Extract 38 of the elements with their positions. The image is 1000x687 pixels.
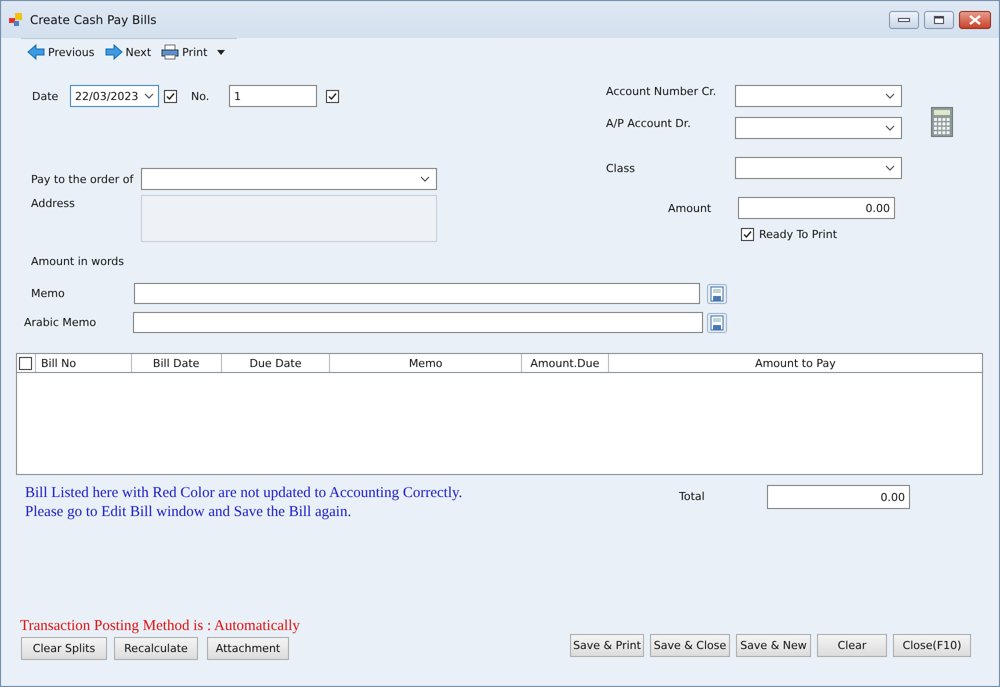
- action-button[interactable]: Recalculate: [114, 637, 198, 660]
- checkbox-label: Ready To Print: [759, 228, 838, 241]
- action-button[interactable]: Save & New: [736, 634, 811, 657]
- field-label: Total: [679, 490, 706, 503]
- field-label: Pay to the order of: [31, 172, 135, 186]
- action-button[interactable]: Clear Splits: [21, 637, 107, 660]
- field-label: Date: [32, 90, 60, 102]
- date-picker[interactable]: 22/03/2023: [70, 85, 159, 107]
- column-header[interactable]: Amount to Pay: [608, 354, 982, 372]
- field-label: Amount in words: [31, 255, 124, 268]
- notice-text: Bill Listed here with Red Color are not updated to Accounting Correctly.: [25, 484, 464, 503]
- total-field[interactable]: 0.00: [767, 485, 910, 509]
- action-button[interactable]: Attachment: [207, 637, 289, 660]
- toolbar-button[interactable]: Next: [104, 44, 152, 60]
- field-label: Address: [31, 197, 76, 210]
- posting-method-text: Transaction Posting Method is : Automatically: [20, 618, 301, 635]
- field-label: Arabic Memo: [24, 316, 98, 329]
- field-label: Memo: [31, 287, 66, 300]
- column-header[interactable]: Bill No: [36, 354, 132, 372]
- column-header[interactable]: Bill Date: [132, 354, 222, 372]
- field-label: No.: [191, 90, 210, 102]
- toolbar-button[interactable]: Previous: [27, 44, 94, 60]
- action-button[interactable]: Save & Print: [570, 634, 644, 657]
- action-button[interactable]: Close(F10): [893, 634, 971, 657]
- column-header[interactable]: Amount.Due: [522, 354, 609, 372]
- column-header[interactable]: Memo: [330, 354, 522, 372]
- action-button[interactable]: Clear: [817, 634, 887, 657]
- window-title: Create Cash Pay Bills: [30, 12, 158, 26]
- notice-text: Please go to Edit Bill window and Save the Bill again.: [25, 503, 352, 522]
- field-label: Class: [606, 162, 636, 174]
- number-field[interactable]: 1: [229, 85, 317, 107]
- field-label: A/P Account Dr.: [606, 117, 692, 130]
- action-button[interactable]: Save & Close: [650, 634, 730, 657]
- field-label: Amount: [668, 202, 712, 214]
- column-header[interactable]: Due Date: [222, 354, 330, 372]
- toolbar-button[interactable]: Print: [161, 44, 208, 60]
- field-label: Account Number Cr.: [606, 85, 718, 98]
- amount-field[interactable]: 0.00: [738, 197, 895, 219]
